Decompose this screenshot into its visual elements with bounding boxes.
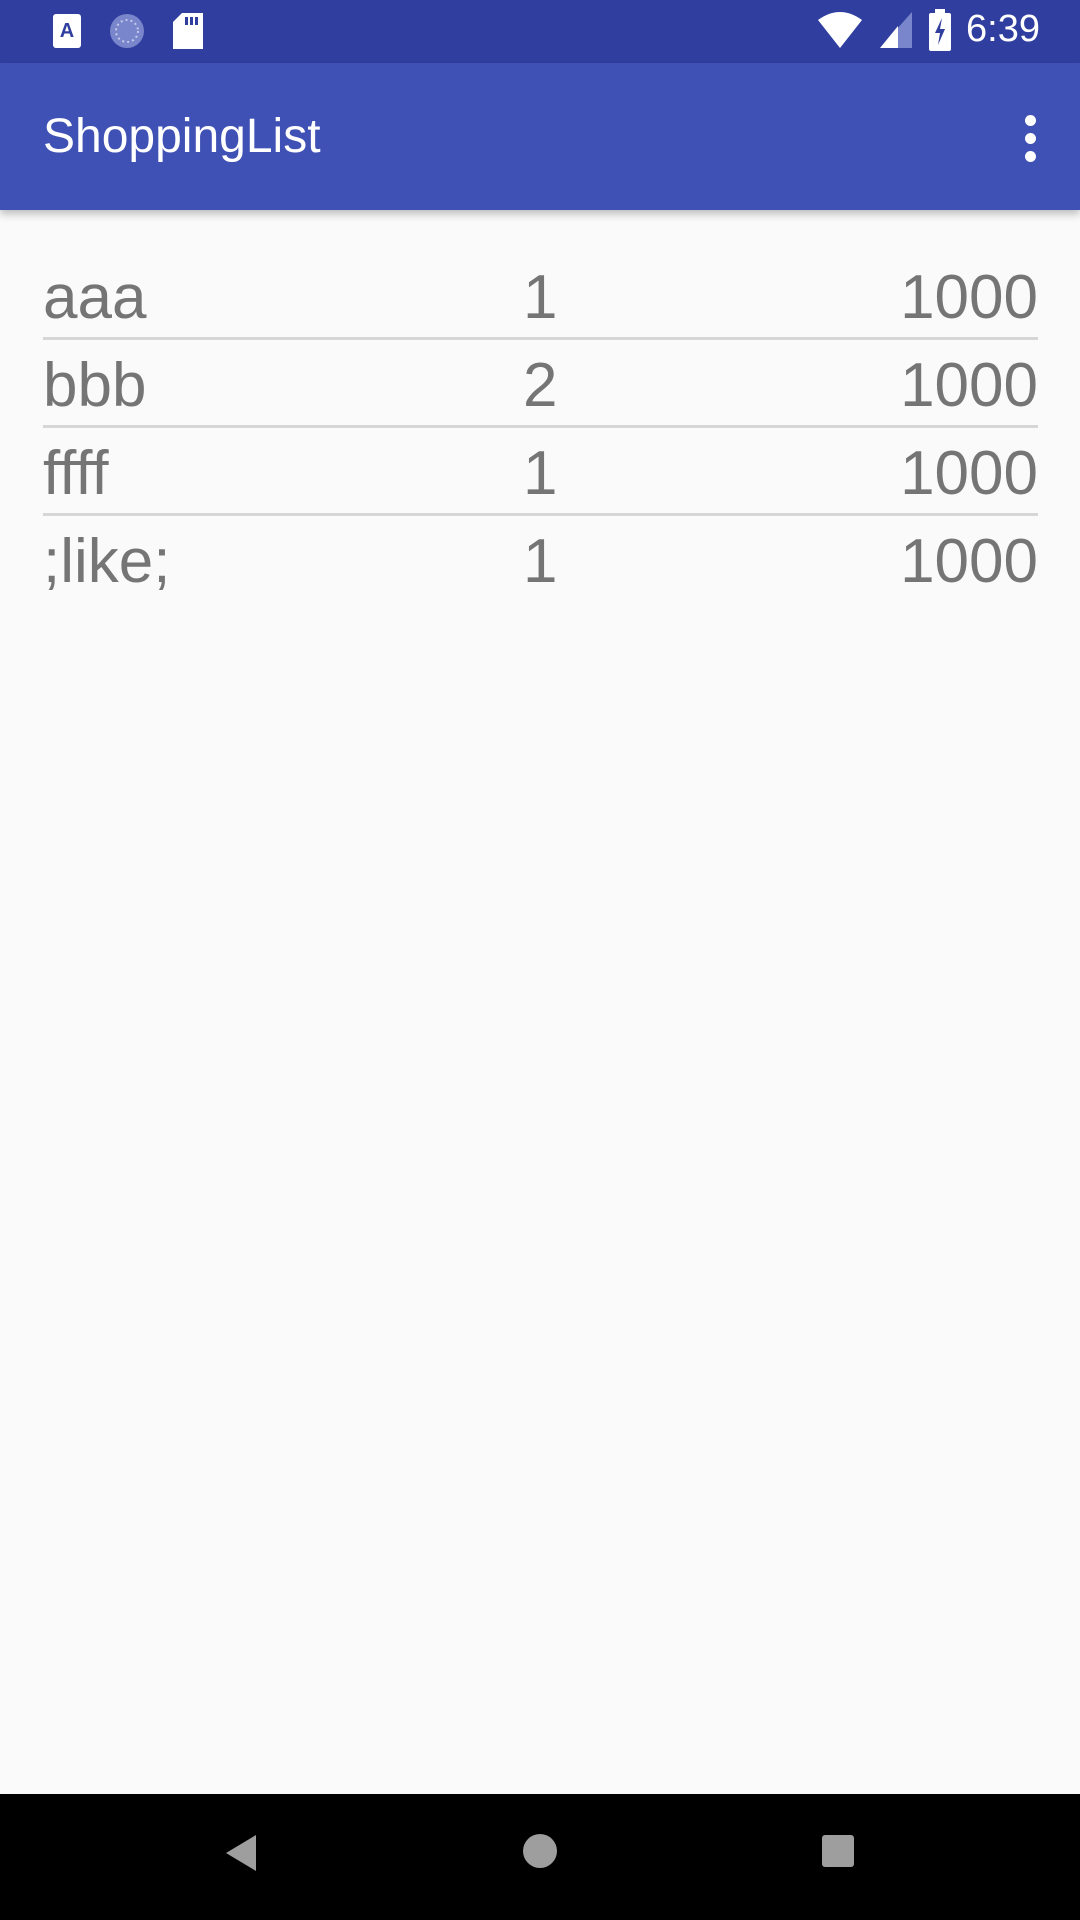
status-bar: A 6:39 [0,0,1080,63]
item-name: bbb [43,351,147,420]
item-price: 1000 [900,439,1038,508]
wifi-icon [818,11,863,48]
list-item[interactable]: aaa 1 1000 [43,252,1038,340]
sd-card-icon [173,13,203,49]
item-quantity: 1 [523,263,558,332]
list-item[interactable]: ffff 1 1000 [43,428,1038,516]
item-quantity: 1 [523,527,558,596]
item-price: 1000 [900,351,1038,420]
battery-charging-icon [929,8,952,51]
shopping-list: aaa 1 1000 bbb 2 1000 ffff 1 1000 ;like; 1 1000 [43,252,1038,604]
list-item[interactable]: bbb 2 1000 [43,340,1038,428]
svg-text:A: A [60,20,74,42]
home-icon[interactable] [520,1831,560,1871]
item-quantity: 2 [523,351,558,420]
item-price: 1000 [900,527,1038,596]
page-title: ShoppingList [43,110,321,163]
navigation-bar [0,1794,1080,1920]
back-icon[interactable] [222,1831,262,1875]
sync-icon [110,14,144,48]
item-price: 1000 [900,263,1038,332]
item-name: ffff [43,439,109,508]
more-vert-icon[interactable] [1000,103,1060,173]
signal-icon [880,11,913,48]
item-name: ;like; [43,527,171,596]
app-bar: ShoppingList [0,63,1080,210]
list-item[interactable]: ;like; 1 1000 [43,516,1038,604]
a11y-icon: A [53,14,81,48]
clock: 6:39 [966,8,1040,50]
item-name: aaa [43,263,147,332]
recents-icon[interactable] [820,1833,856,1869]
item-quantity: 1 [523,439,558,508]
